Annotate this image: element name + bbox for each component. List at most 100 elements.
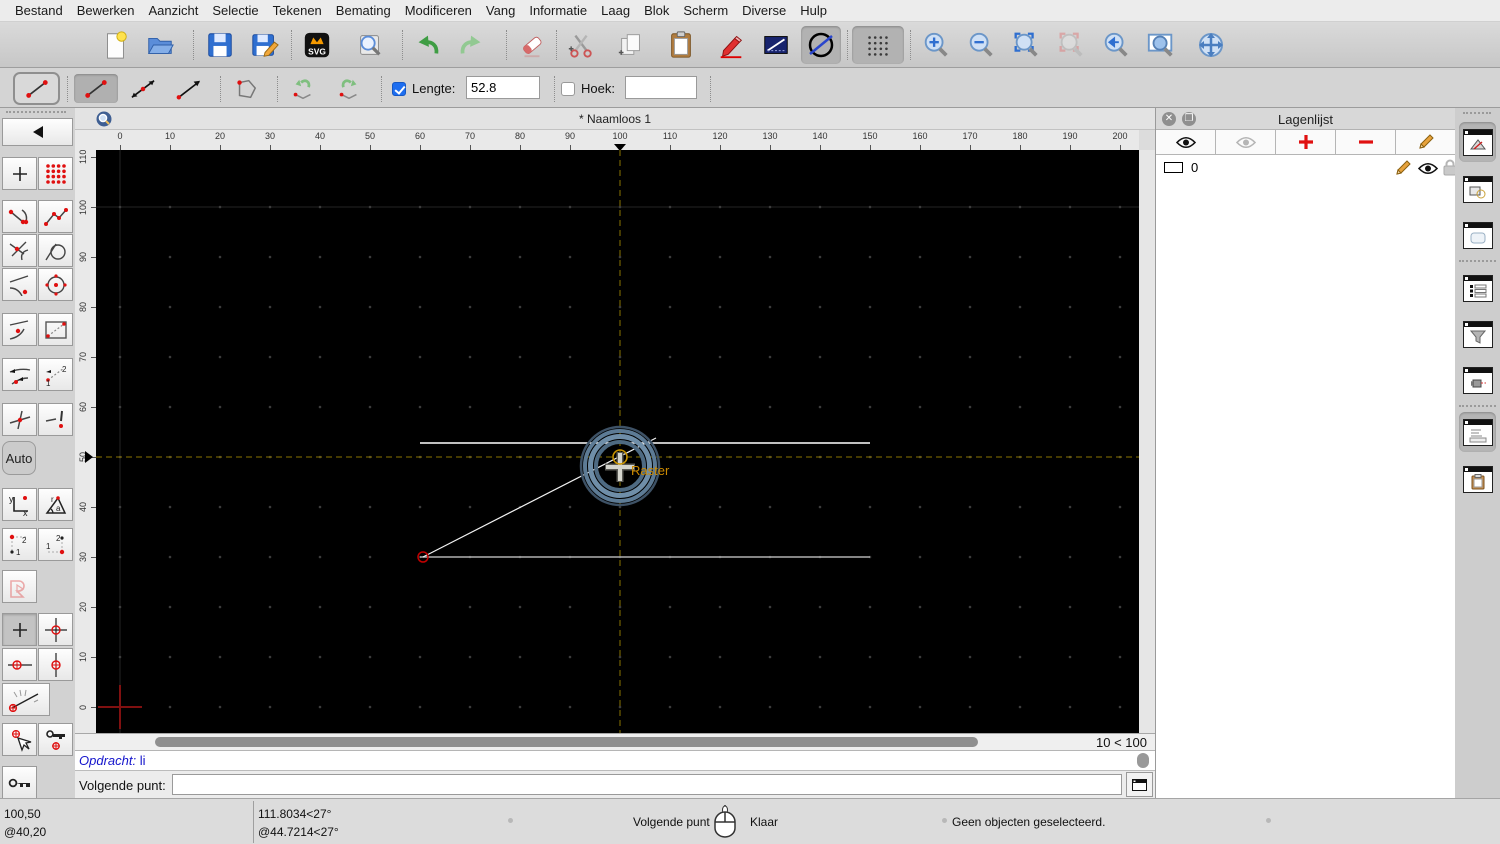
remove-layer-button[interactable] (1336, 130, 1396, 155)
erase-button[interactable] (512, 26, 552, 64)
layers-panel-header[interactable]: ✕ ❐ Lagenlijst (1156, 108, 1455, 130)
cursor-mode-crosshair-button[interactable] (38, 613, 73, 646)
snap-center-button[interactable] (38, 268, 73, 301)
menu-bestand[interactable]: Bestand (8, 3, 70, 18)
zoom-window-button[interactable] (1141, 26, 1181, 64)
menu-blok[interactable]: Blok (637, 3, 676, 18)
command-scrollbar-thumb[interactable] (1137, 753, 1149, 768)
save-button[interactable] (200, 26, 240, 64)
length-input[interactable] (466, 76, 540, 99)
draw-pencil-button[interactable] (711, 26, 751, 64)
copy-button[interactable] (611, 26, 651, 64)
line-double-arrow-tool-button[interactable] (121, 74, 165, 103)
coords-polar-button[interactable]: ra (38, 488, 73, 521)
new-document-button[interactable] (95, 26, 135, 64)
blocks-panel-button[interactable] (1459, 169, 1496, 209)
angle-rays-snap-button[interactable] (2, 683, 50, 716)
cursor-mode-plus-button[interactable] (2, 613, 37, 646)
zoom-in-button[interactable] (916, 26, 956, 64)
zoom-selection-button[interactable] (1051, 26, 1091, 64)
length-checkbox[interactable] (392, 82, 406, 96)
palette-collapse-button[interactable] (2, 118, 73, 146)
add-layer-button[interactable] (1276, 130, 1336, 155)
print-preview-button[interactable] (350, 26, 390, 64)
snap-nearest-button[interactable] (2, 268, 37, 301)
list-panel-button[interactable] (1459, 268, 1496, 308)
pan-button[interactable] (1191, 26, 1231, 64)
snap-invalid-button[interactable] (38, 403, 73, 436)
snap-tangent-arc-button[interactable] (2, 313, 37, 346)
undo-point-button[interactable] (281, 74, 325, 103)
menu-bemating[interactable]: Bemating (329, 3, 398, 18)
select-snap-point-button[interactable] (2, 723, 37, 756)
save-as-button[interactable] (245, 26, 285, 64)
undo-button[interactable] (407, 26, 447, 64)
snap-grid-button[interactable] (38, 157, 73, 190)
clipboard-panel-button[interactable] (1459, 459, 1496, 499)
menu-modificeren[interactable]: Modificeren (398, 3, 479, 18)
lock-snap-button[interactable] (38, 723, 73, 756)
menu-diverse[interactable]: Diverse (735, 3, 793, 18)
zoom-out-button[interactable] (961, 26, 1001, 64)
angle-checkbox[interactable] (561, 82, 575, 96)
snap-cross-button[interactable] (2, 403, 37, 436)
properties-panel-button[interactable] (1459, 215, 1496, 255)
layer-row[interactable]: 0 (1156, 155, 1457, 180)
show-all-layers-button[interactable] (1156, 130, 1216, 155)
command-window-button[interactable] (1126, 772, 1153, 797)
redo-point-button[interactable] (327, 74, 371, 103)
current-tool-indicator[interactable] (13, 72, 60, 105)
canvas-vertical-scrollbar[interactable] (1139, 150, 1155, 733)
strip-grip[interactable] (1463, 112, 1491, 114)
command-input[interactable] (172, 774, 1122, 795)
auto-snap-button[interactable]: Auto (2, 441, 36, 475)
zoom-fit-button[interactable] (1006, 26, 1046, 64)
canvas-horizontal-scrollbar[interactable]: 10 < 100 (75, 733, 1155, 750)
layers-panel-button[interactable] (1459, 122, 1496, 162)
menu-informatie[interactable]: Informatie (522, 3, 594, 18)
menu-bewerken[interactable]: Bewerken (70, 3, 142, 18)
menu-hulp[interactable]: Hulp (793, 3, 834, 18)
point-order-first-button[interactable]: 12 (2, 528, 37, 561)
zoom-previous-button[interactable] (1096, 26, 1136, 64)
document-title-bar[interactable]: * Naamloos 1 (75, 108, 1155, 130)
point-order-second-button[interactable]: 12 (38, 528, 73, 561)
line-box-tool-button[interactable] (756, 26, 796, 64)
snap-direction-button[interactable] (2, 358, 37, 391)
menu-vang[interactable]: Vang (479, 3, 522, 18)
cursor-mode-horizontal-button[interactable] (2, 648, 37, 681)
menu-selectie[interactable]: Selectie (205, 3, 265, 18)
grid-toggle-button[interactable] (852, 26, 904, 64)
snap-tangent-button[interactable] (38, 234, 73, 267)
layer-edit-pencil-icon[interactable] (1394, 159, 1412, 177)
scrollbar-thumb[interactable] (155, 737, 978, 747)
menu-laag[interactable]: Laag (594, 3, 637, 18)
menu-tekenen[interactable]: Tekenen (266, 3, 329, 18)
snap-polyline-points-button[interactable] (38, 200, 73, 233)
lock-button[interactable] (2, 766, 37, 799)
snap-free-point-button[interactable] (2, 157, 37, 190)
snap-endpoint-button[interactable] (2, 200, 37, 233)
snap-intersection-button[interactable] (2, 234, 37, 267)
cursor-mode-vertical-button[interactable] (38, 648, 73, 681)
redo-button[interactable] (452, 26, 492, 64)
drawing-canvas[interactable]: Raster (96, 150, 1139, 733)
snap-window-button[interactable] (38, 313, 73, 346)
paste-button[interactable] (661, 26, 701, 64)
hide-all-layers-button[interactable] (1216, 130, 1276, 155)
menu-scherm[interactable]: Scherm (676, 3, 735, 18)
layer-color-swatch[interactable] (1164, 162, 1183, 173)
svg-export-button[interactable]: SVG (297, 26, 337, 64)
line-arrow-tool-button[interactable] (167, 74, 211, 103)
circle-line-tool-button[interactable] (801, 26, 841, 64)
command-panel-button[interactable] (1459, 412, 1496, 452)
layer-visible-eye-icon[interactable] (1418, 162, 1438, 175)
menu-aanzicht[interactable]: Aanzicht (142, 3, 206, 18)
edit-layer-button[interactable] (1396, 130, 1455, 155)
snap-two-points-button[interactable]: 12 (38, 358, 73, 391)
command-history-row[interactable]: Opdracht: li (75, 750, 1155, 770)
angle-input[interactable] (625, 76, 697, 99)
palette-grip[interactable] (6, 111, 66, 113)
polygon-tool-button[interactable] (224, 74, 268, 103)
line-segment-tool-button[interactable] (74, 74, 118, 103)
